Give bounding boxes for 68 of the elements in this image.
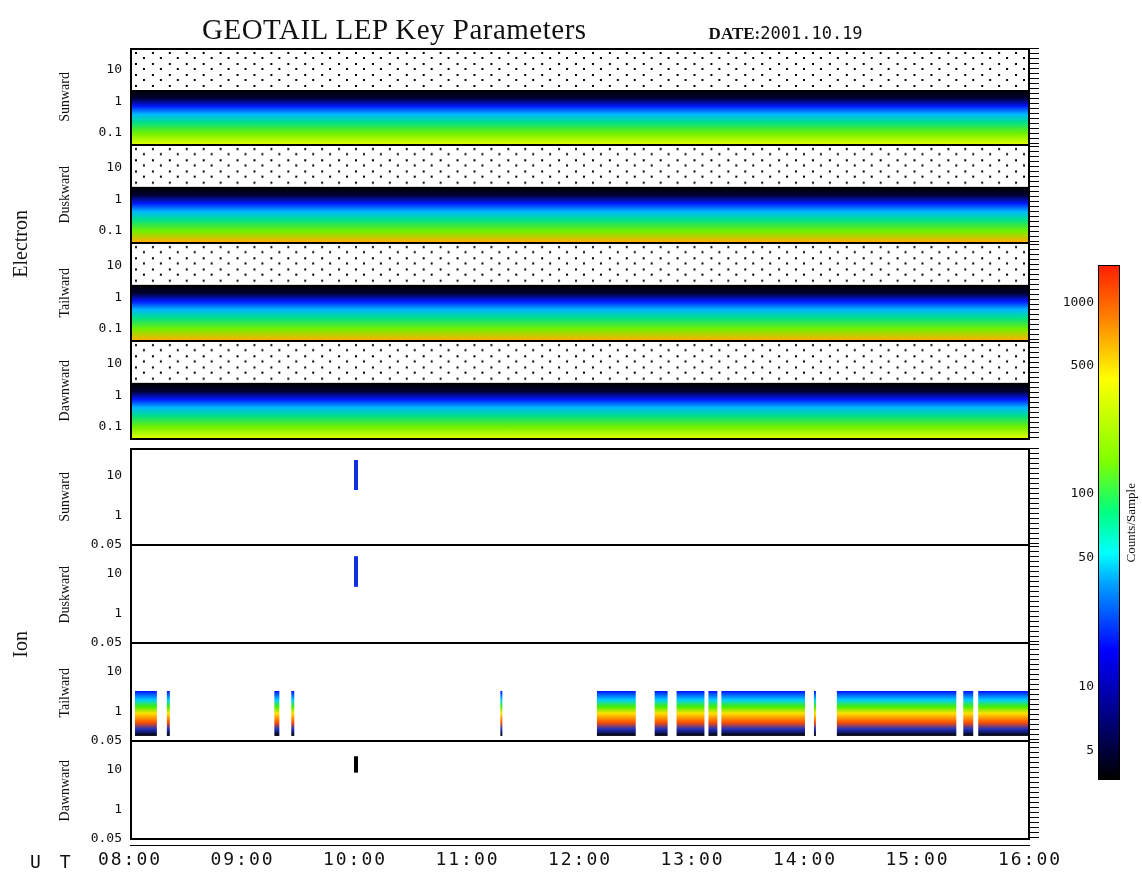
axis-tick-label: 0.1 [98,222,122,236]
scale-tick-label: 1000 [1062,294,1094,308]
axis-tick-label: 10 [106,663,122,677]
spectrum-band [978,691,1028,736]
spectrum-spike [354,460,358,490]
panel-label: Sunward [57,472,73,522]
axis-tick-label: 08:00 [97,849,163,868]
axis-tick-label: 10 [106,565,122,579]
axis-tick-label: 0.05 [90,634,122,648]
scale-tick-label: 500 [1070,357,1094,371]
panel-label: Duskward [57,166,73,224]
date-text: DATE:2001.10.19 [708,23,863,44]
spectrum-band [291,691,295,736]
spectrum-spike [354,556,358,587]
axis-tick-label: 16:00 [997,849,1063,868]
group-label: Ion [8,630,32,658]
axis-tick-label: 10 [106,257,122,271]
axis-tick-label: 0.05 [90,732,122,746]
axis-tick-label: 11:00 [435,849,500,868]
spectrum-spike [354,756,358,773]
axis-tick-label: 12:00 [547,849,613,868]
scale-tick-label: 50 [1078,549,1094,563]
axis-label: U T [30,850,72,872]
axis-tick-label: 0.1 [98,124,122,138]
spectrum-band [708,691,718,736]
axis-tick-label: 14:00 [772,849,838,868]
group-label: Electron [8,210,32,278]
spectrum-band [676,691,705,736]
panel-label: Tailward [57,668,73,718]
axis-tick-label: 1 [114,703,122,717]
axis-tick-label: 1 [114,507,122,521]
axis-tick-label: 0.05 [90,536,122,550]
axis-tick-label: 10 [106,467,122,481]
axis-tick-label: 1 [114,387,122,401]
panel-label: Dawnward [57,360,73,422]
panel-label: Sunward [57,72,73,122]
spectrum-band [166,691,170,736]
scale-tick-label: 100 [1070,485,1094,499]
panel-label: Dawnward [57,760,73,822]
axis-tick-label: 1 [114,289,122,303]
axis-tick-label: 10:00 [322,849,388,868]
axis-tick-label: 0.1 [98,320,122,334]
axis-tick-label: 09:00 [210,849,275,868]
axis-tick-label: 15:00 [885,849,950,868]
axis-tick-label: 1 [114,605,122,619]
panel-label: Duskward [57,566,73,624]
spectrum-band [654,691,668,736]
spectrum-band [500,691,503,736]
axis-tick-label: 0.1 [98,418,122,432]
axis-tick-label: 1 [114,93,122,107]
spectrum-band [596,691,636,736]
spectrum-band [135,691,157,736]
spectrum-band [274,691,280,736]
axis-tick-label: 1 [114,191,122,205]
axis-tick-label: 13:00 [660,849,725,868]
panel-label: Tailward [57,268,73,318]
axis-tick-label: 10 [106,159,122,173]
axis-tick-label: 10 [106,61,122,75]
spectrum-band [813,691,816,736]
scale-tick-label: 10 [1078,678,1094,692]
axis-tick-label: 10 [106,761,122,775]
scale-tick-label: 5 [1086,742,1094,756]
axis-tick-label: 1 [114,801,122,815]
axis-tick-label: 10 [106,355,122,369]
scale-label: Counts/Sample [1123,482,1139,563]
axis-tick-label: 0.05 [90,830,122,844]
chart-title: GEOTAIL LEP Key Parameters [202,13,587,46]
spectrum-band [963,691,974,736]
